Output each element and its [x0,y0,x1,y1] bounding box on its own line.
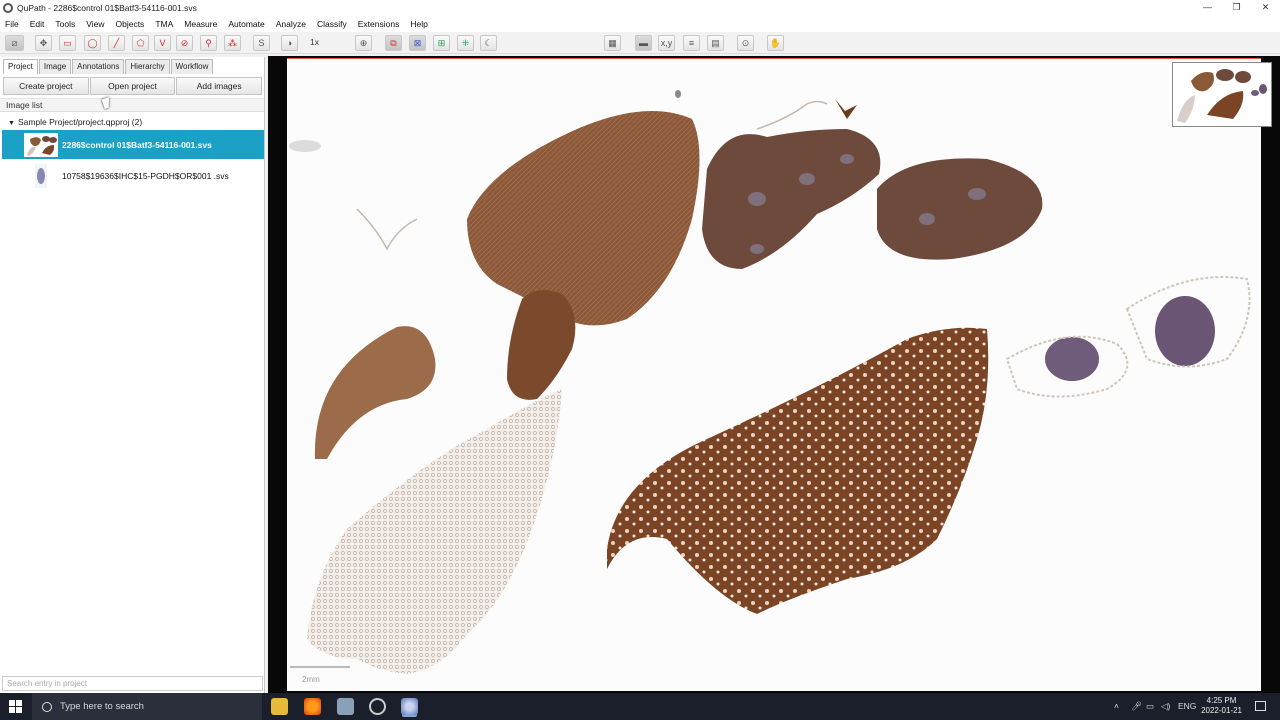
overview-thumbnail[interactable] [1172,62,1272,127]
fill-detections-icon[interactable]: ☾ [480,35,497,51]
grid-icon[interactable]: ▦ [604,35,621,51]
tray-chevron-icon[interactable]: ˄ [1114,693,1119,720]
brightness-contrast-icon[interactable]: ◑ [281,35,298,51]
script-editor-icon[interactable]: ✋ [767,35,784,51]
tab-hierarchy[interactable]: Hierarchy [125,59,170,74]
panel-tabs: Project Image Annotations Hierarchy Work… [3,59,214,74]
maximize-button[interactable]: ❐ [1222,0,1251,15]
language-indicator[interactable]: ENG [1178,693,1196,720]
show-detections-icon[interactable]: ⁜ [457,35,474,51]
show-tma-grid-icon[interactable]: ⊞ [433,35,450,51]
project-name: Sample Project/project.qpproj (2) [17,117,143,127]
qupath-logo-icon [3,2,13,13]
scale-bar [290,666,350,668]
line-icon[interactable]: ╱ [108,35,125,51]
menu-file[interactable]: File [5,19,19,29]
image-list-label: Image list [0,98,264,112]
menu-tma[interactable]: TMA [155,19,173,29]
image-thumbnail [24,132,58,157]
polyline-icon[interactable]: V [154,35,171,51]
image-entry[interactable]: 10758$19636$IHC$15-PGDH$OR$001 .svs [2,161,264,190]
clock-date: 2022-01-21 [1201,706,1242,715]
zoom-to-fit-icon[interactable]: ⊕ [355,35,372,51]
zoom-level: 1x [310,37,319,47]
image-entry-name: 10758$19636$IHC$15-PGDH$OR$001 .svs [62,170,229,181]
sidebar-toggle-icon[interactable]: ⧄ [5,35,24,51]
search-icon [42,701,52,712]
tab-annotations[interactable]: Annotations [72,59,125,74]
window-controls: — ❐ ✕ [1193,0,1280,15]
rectangle-icon[interactable]: ▭ [59,35,76,51]
windows-taskbar: Type here to search ˄ 🎤︎ ▭ ◁) ENG 4:25 P… [0,693,1280,720]
minimize-button[interactable]: — [1193,0,1222,15]
project-search-input[interactable]: Search entry in project [2,676,263,691]
brush-icon[interactable]: ⊘ [176,35,193,51]
toolbar: ⧄ ✥ ▭ ◯ ╱ ⬠ V ⊘ ⚲ ⁂ S ◑ 1x ⊕ ⧉ ⊠ ⊞ ⁜ ☾ ▦… [0,32,1280,79]
menu-help[interactable]: Help [410,19,427,29]
counting-grid-icon[interactable]: ≡ [683,35,700,51]
menu-edit[interactable]: Edit [30,19,45,29]
create-project-button[interactable]: Create project [3,77,89,95]
project-panel: Project Image Annotations Hierarchy Work… [0,57,265,693]
wand-icon[interactable]: ⚲ [200,35,217,51]
project-tree-root[interactable]: ▼ Sample Project/project.qpproj (2) [8,117,142,127]
title-bar: QuPath - 2286$control 01$Batf3-54116-001… [0,0,1280,15]
menu-analyze[interactable]: Analyze [276,19,306,29]
tissue-sections [289,90,1251,674]
pixel-classification-icon[interactable]: ▬ [635,35,652,51]
polygon-icon[interactable]: ⬠ [132,35,149,51]
log-icon[interactable]: ▤ [707,35,724,51]
volume-icon[interactable]: ◁) [1161,693,1170,720]
menu-tools[interactable]: Tools [55,19,75,29]
tab-project[interactable]: Project [3,59,38,74]
menu-view[interactable]: View [86,19,104,29]
menu-classify[interactable]: Classify [317,19,347,29]
notifications-icon[interactable] [1255,701,1266,711]
open-project-button[interactable]: Open project [89,77,176,95]
tab-workflow[interactable]: Workflow [170,59,214,74]
firefox-icon[interactable] [304,698,321,715]
menu-objects[interactable]: Objects [115,19,144,29]
github-icon[interactable] [369,698,386,715]
tab-image[interactable]: Image [38,59,72,74]
microphone-icon[interactable]: 🎤︎ [1131,693,1142,720]
taskbar-search[interactable]: Type here to search [32,693,262,720]
documents-icon[interactable] [337,698,354,715]
window-title: QuPath - 2286$control 01$Batf3-54116-001… [17,2,197,13]
menu-measure[interactable]: Measure [184,19,217,29]
show-annotations-icon[interactable]: ⧉ [385,35,402,51]
project-buttons: Create project Open project Add images [3,77,263,95]
taskbar-clock[interactable]: 4:25 PM 2022-01-21 [1201,696,1242,716]
network-icon[interactable]: ▭ [1146,693,1154,720]
image-thumbnail [24,163,58,188]
add-images-button[interactable]: Add images [176,77,263,95]
taskbar-search-placeholder: Type here to search [60,701,144,712]
menu-bar: File Edit Tools View Objects TMA Measure… [0,15,1280,32]
menu-automate[interactable]: Automate [228,19,264,29]
expand-arrow-icon[interactable]: ▼ [8,120,15,127]
ellipse-icon[interactable]: ◯ [84,35,101,51]
clock-time: 4:25 PM [1206,696,1237,705]
measurement-maps-icon[interactable]: ⊙ [737,35,754,51]
fill-annotations-icon[interactable]: ⊠ [409,35,426,51]
qupath-taskbar-icon[interactable] [401,698,418,715]
cell-display-icon[interactable]: x,y [658,35,675,51]
image-entry-name: 2286$control 01$Batf3-54116-001.svs [62,139,212,150]
menu-extensions[interactable]: Extensions [358,19,400,29]
slide-image[interactable] [287,58,1261,691]
image-entry-selected[interactable]: 2286$control 01$Batf3-54116-001.svs [2,130,264,159]
scale-bar-label: 2mm [302,675,320,684]
points-icon[interactable]: ⁂ [224,35,241,51]
close-button[interactable]: ✕ [1251,0,1280,15]
selection-mode-icon[interactable]: S [253,35,270,51]
file-explorer-icon[interactable] [271,698,288,715]
windows-start-icon[interactable] [9,700,22,713]
move-icon[interactable]: ✥ [35,35,52,51]
